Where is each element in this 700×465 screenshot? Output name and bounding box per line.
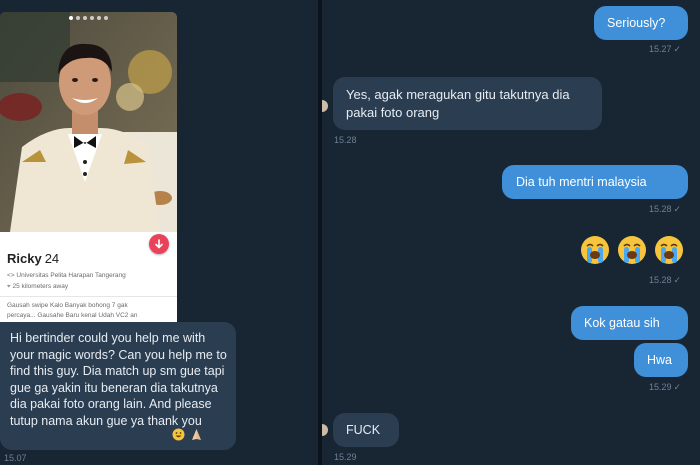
- profile-name: Ricky: [7, 251, 42, 266]
- photo-pagination-dots: [0, 16, 177, 20]
- message-time: 15.28 ✓: [649, 275, 682, 285]
- message-text: Hwa: [647, 353, 673, 367]
- message-time: 15.29: [334, 452, 357, 462]
- profile-age: 24: [44, 251, 60, 266]
- profile-name-row: Ricky 24: [7, 251, 59, 266]
- card-divider: [0, 296, 177, 297]
- check-icon: ✓: [673, 204, 682, 214]
- check-icon: ✓: [673, 44, 682, 54]
- outgoing-message-bubble[interactable]: Seriously?: [594, 6, 688, 40]
- loudly-crying-face-icon: [655, 236, 683, 264]
- folded-hands-icon: [190, 428, 203, 446]
- profile-school-row: <> Universitas Pelita Harapan Tangerang: [7, 272, 126, 279]
- avatar: [322, 424, 328, 436]
- emoji-message[interactable]: [579, 234, 685, 266]
- avatar: [322, 100, 328, 112]
- incoming-message-bubble[interactable]: Yes, agak meragukan gitu takutnya dia pa…: [333, 77, 602, 130]
- incoming-message-bubble[interactable]: Hi bertinder could you help me with your…: [0, 322, 236, 450]
- loudly-crying-face-icon: [618, 236, 646, 264]
- profile-bio-line-1: Gausah swipe Kalo Banyak bohong 7 gak: [7, 302, 128, 309]
- outgoing-message-bubble[interactable]: Kok gatau sih: [571, 306, 688, 340]
- check-icon: ✓: [673, 382, 682, 392]
- arrow-down-icon: [155, 239, 163, 249]
- profile-photo: [0, 12, 177, 232]
- message-time: 15.28 ✓: [649, 204, 682, 214]
- info-arrow-button[interactable]: [149, 234, 169, 254]
- message-time: 15.27 ✓: [649, 44, 682, 54]
- message-text: Yes, agak meragukan gitu takutnya dia pa…: [346, 87, 570, 120]
- check-icon: ✓: [673, 275, 682, 285]
- message-time: 15.07: [4, 453, 27, 463]
- profile-distance: 25 kilometers away: [12, 283, 69, 290]
- message-text: Kok gatau sih: [584, 316, 660, 330]
- message-text: FUCK: [346, 423, 381, 437]
- location-pin-icon: ⌖: [7, 283, 11, 290]
- message-time: 15.28: [334, 135, 357, 145]
- profile-school: Universitas Pelita Harapan Tangerang: [16, 272, 126, 279]
- message-text: Seriously?: [607, 16, 666, 30]
- grinning-face-icon: [172, 428, 185, 446]
- graduation-cap-icon: <>: [7, 272, 15, 279]
- profile-card[interactable]: Ricky 24 <> Universitas Pelita Harapan Ta…: [0, 12, 177, 324]
- outgoing-message-bubble[interactable]: Dia tuh mentri malaysia: [502, 165, 688, 199]
- message-time: 15.29 ✓: [649, 382, 682, 392]
- incoming-message-bubble[interactable]: FUCK: [333, 413, 399, 447]
- profile-distance-row: ⌖ 25 kilometers away: [7, 283, 68, 291]
- profile-bio-line-2: percaya... Gausahe Baru kenal Udah VC2 a…: [7, 312, 138, 319]
- right-chat-pane: [322, 0, 700, 465]
- loudly-crying-face-icon: [581, 236, 609, 264]
- left-chat-pane: Ricky 24 <> Universitas Pelita Harapan Ta…: [0, 0, 318, 465]
- message-text: Dia tuh mentri malaysia: [516, 175, 647, 189]
- message-text: Hi bertinder could you help me with your…: [10, 331, 227, 428]
- outgoing-message-bubble[interactable]: Hwa: [634, 343, 688, 377]
